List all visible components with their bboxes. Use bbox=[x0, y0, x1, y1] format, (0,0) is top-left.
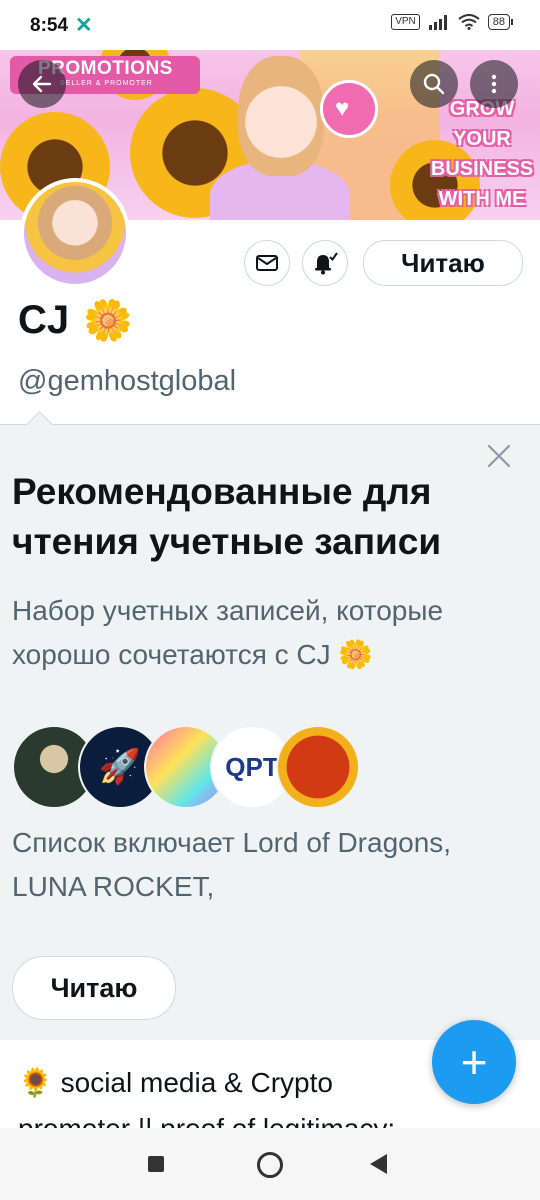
search-icon bbox=[423, 73, 445, 95]
grow-business-text: GROW YOUR BUSINESS WITH ME bbox=[426, 94, 538, 214]
signal-icon bbox=[428, 15, 447, 30]
bell-check-icon bbox=[315, 252, 338, 275]
grow-line: WITH ME bbox=[438, 188, 526, 210]
message-button[interactable] bbox=[244, 240, 290, 286]
status-bar: 8:54 ✕ VPN 88 bbox=[0, 0, 540, 50]
battery-icon: 88 bbox=[487, 14, 514, 30]
more-options-button[interactable] bbox=[470, 60, 518, 108]
recommended-avatars[interactable]: 🚀 QPT bbox=[12, 725, 360, 809]
grow-line: BUSINESS bbox=[430, 158, 534, 180]
recommendation-includes: Список включает Lord of Dragons, LUNA RO… bbox=[12, 827, 452, 902]
notifications-button[interactable] bbox=[302, 240, 348, 286]
back-triangle-icon[interactable] bbox=[370, 1154, 387, 1174]
home-icon[interactable] bbox=[257, 1152, 283, 1178]
wifi-icon bbox=[458, 14, 480, 30]
compose-button[interactable]: + bbox=[432, 1020, 516, 1104]
recommendation-title: Рекомендованные для чтения учетные запис… bbox=[12, 471, 442, 562]
profile-avatar[interactable] bbox=[20, 178, 130, 288]
app-notification-icon: ✕ bbox=[75, 14, 93, 37]
daisy-emoji: 🌼 bbox=[83, 298, 133, 343]
envelope-icon bbox=[256, 255, 278, 271]
system-navigation-bar bbox=[0, 1128, 540, 1200]
back-button[interactable] bbox=[18, 60, 66, 108]
profile-name-row: CJ 🌼 bbox=[18, 298, 133, 343]
avatar-gold-logo[interactable] bbox=[276, 725, 360, 809]
card-caret bbox=[26, 411, 53, 438]
profile-name: CJ bbox=[18, 298, 70, 342]
recommendation-description: Набор учетных записей, которые хорошо со… bbox=[12, 595, 444, 670]
recommended-accounts-card: Рекомендованные для чтения учетные запис… bbox=[0, 411, 540, 1040]
heart-icon: ♥ bbox=[335, 95, 350, 122]
banner-portrait bbox=[238, 56, 324, 176]
status-time: 8:54 bbox=[30, 15, 69, 36]
search-button[interactable] bbox=[410, 60, 458, 108]
profile-handle: @gemhostglobal bbox=[18, 365, 237, 397]
grow-line: YOUR bbox=[453, 128, 511, 150]
more-vertical-icon bbox=[491, 74, 497, 94]
following-button[interactable]: Читаю bbox=[363, 240, 523, 286]
status-indicators: VPN 88 bbox=[391, 14, 514, 30]
vpn-badge: VPN bbox=[391, 14, 420, 30]
arrow-left-icon bbox=[32, 75, 52, 93]
recents-icon[interactable] bbox=[148, 1156, 164, 1172]
avatar-label bbox=[278, 727, 358, 807]
follow-list-button[interactable]: Читаю bbox=[12, 956, 176, 1020]
promo-subtitle: SELLER & PROMOTER bbox=[60, 80, 153, 87]
